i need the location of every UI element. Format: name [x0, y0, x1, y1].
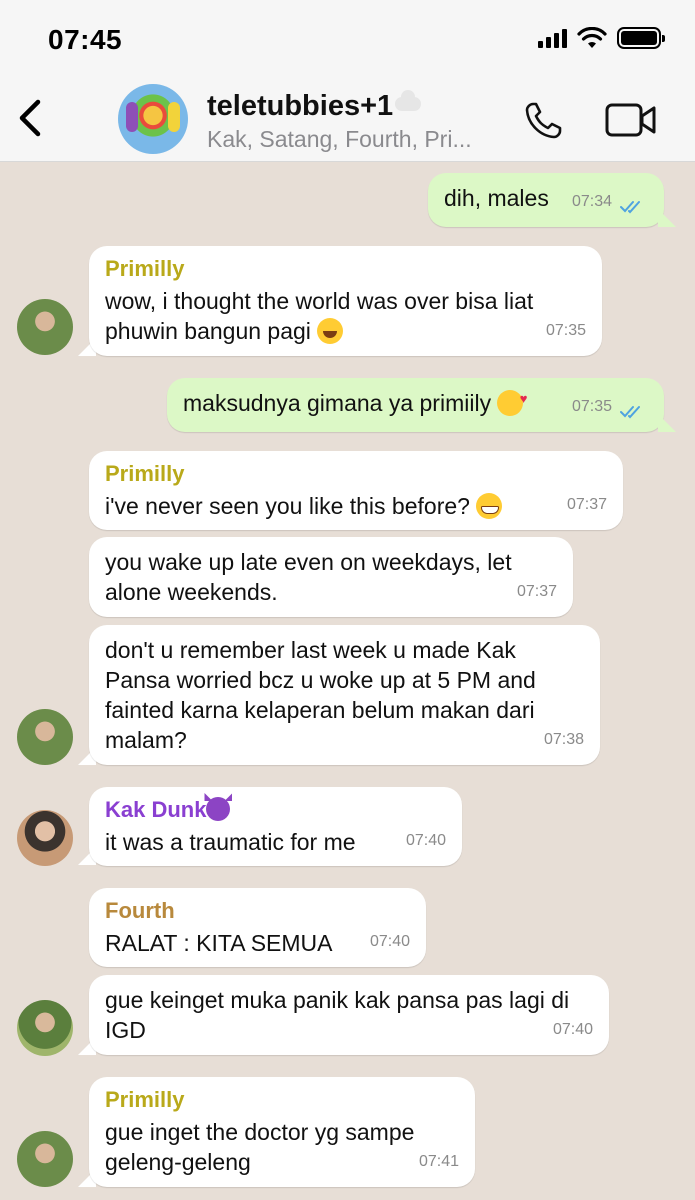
group-title[interactable]: teletubbies+1 — [207, 90, 393, 122]
message-text: it was a traumatic for me — [105, 829, 356, 855]
sender-name-text[interactable]: Kak Dunk — [105, 797, 206, 822]
message-bubble-incoming[interactable]: Primilly gue inget the doctor yg sampe g… — [89, 1077, 475, 1187]
group-members[interactable]: Kak, Satang, Fourth, Pri... — [207, 126, 472, 153]
group-title-container[interactable]: teletubbies+1 — [207, 90, 422, 123]
message-bubble-incoming[interactable]: Kak Dunk it was a traumatic for me 07:40 — [89, 787, 462, 866]
cellular-signal-icon — [538, 28, 567, 48]
bubble-tail — [658, 414, 676, 432]
message-time: 07:38 — [543, 731, 584, 748]
devil-emoji-icon — [206, 797, 231, 821]
avatar-fourth[interactable] — [17, 1000, 73, 1056]
chat-area[interactable]: dih, males 07:34 Primilly wow, i thought… — [0, 163, 695, 1200]
message-bubble-incoming[interactable]: Primilly i've never seen you like this b… — [89, 451, 623, 530]
cloud-emoji-icon — [395, 90, 422, 111]
avatar-kak-dunk[interactable] — [17, 810, 73, 866]
battery-icon — [617, 27, 665, 49]
message-time: 07:40 — [369, 933, 410, 950]
message-time: 07:37 — [566, 496, 607, 513]
sender-name[interactable]: Kak Dunk — [105, 797, 446, 823]
message-text: i've never seen you like this before? — [105, 493, 470, 519]
message-bubble-incoming[interactable]: don't u remember last week u made Kak Pa… — [89, 625, 600, 765]
wifi-icon — [577, 27, 607, 48]
avatar-primilly[interactable] — [17, 299, 73, 355]
message-text: don't u remember last week u made Kak Pa… — [105, 637, 536, 753]
message-time: 07:35 — [545, 322, 586, 339]
message-bubble-incoming[interactable]: gue keinget muka panik kak pansa pas lag… — [89, 975, 609, 1055]
message-time: 07:41 — [418, 1153, 459, 1170]
group-avatar[interactable] — [118, 84, 188, 154]
message-time: 07:40 — [405, 832, 446, 849]
message-bubble-incoming[interactable]: Primilly wow, i thought the world was ov… — [89, 246, 602, 356]
grinning-emoji-icon — [476, 493, 503, 519]
top-bar: 07:45 teletubbies+1 Kak, Satang, Fourth,… — [0, 0, 695, 162]
sender-name[interactable]: Primilly — [105, 461, 607, 487]
phone-call-icon[interactable] — [522, 100, 564, 142]
status-time: 07:45 — [48, 24, 123, 55]
avatar-primilly[interactable] — [17, 709, 73, 765]
avatar-primilly[interactable] — [17, 1131, 73, 1187]
read-ticks-icon — [620, 201, 640, 214]
status-icons — [538, 26, 665, 50]
smiling-hearts-emoji-icon — [497, 384, 527, 416]
message-time: 07:37 — [516, 583, 557, 600]
message-time: 07:34 — [571, 193, 612, 210]
message-text: dih, males — [444, 185, 549, 211]
message-time: 07:40 — [552, 1021, 593, 1038]
message-text: gue keinget muka panik kak pansa pas lag… — [105, 987, 570, 1043]
read-ticks-icon — [620, 406, 640, 419]
back-chevron-icon[interactable] — [16, 98, 46, 138]
sender-name[interactable]: Primilly — [105, 1087, 459, 1113]
message-bubble-incoming[interactable]: you wake up late even on weekdays, let a… — [89, 537, 573, 617]
sender-name[interactable]: Fourth — [105, 898, 410, 924]
message-time: 07:35 — [571, 398, 612, 415]
laughing-emoji-icon — [317, 318, 344, 344]
sender-name[interactable]: Primilly — [105, 256, 586, 282]
message-text: maksudnya gimana ya primiily — [183, 390, 492, 416]
message-text: RALAT : KITA SEMUA — [105, 930, 333, 956]
message-text: gue inget the doctor yg sampe geleng-gel… — [105, 1119, 415, 1175]
message-bubble-incoming[interactable]: Fourth RALAT : KITA SEMUA 07:40 — [89, 888, 426, 967]
video-call-icon[interactable] — [605, 102, 657, 138]
message-bubble-outgoing[interactable]: dih, males 07:34 — [428, 173, 664, 227]
message-bubble-outgoing[interactable]: maksudnya gimana ya primiily 07:35 — [167, 378, 664, 432]
message-text: you wake up late even on weekdays, let a… — [105, 549, 512, 605]
